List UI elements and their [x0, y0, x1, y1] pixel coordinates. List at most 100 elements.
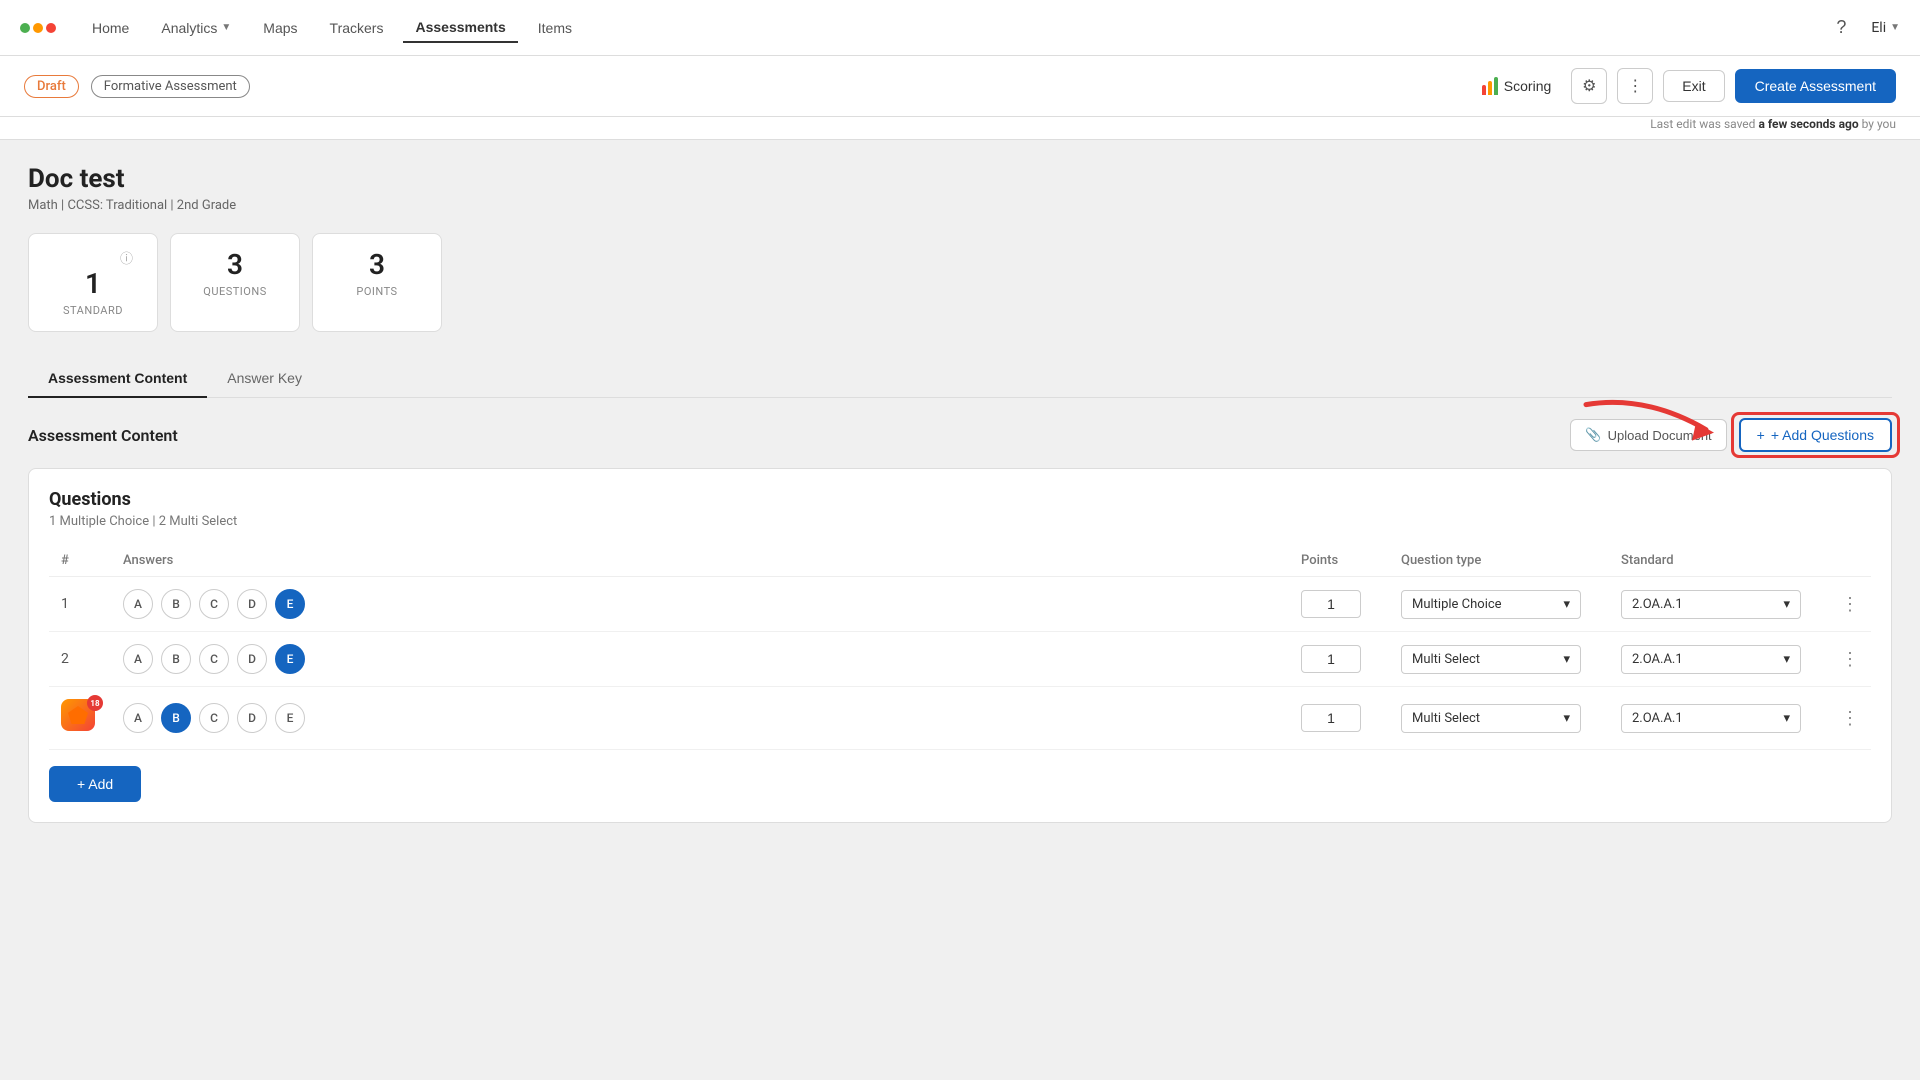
answer-D[interactable]: D: [237, 644, 267, 674]
row1-type: Multiple Choice ▾: [1389, 577, 1609, 632]
table-row: 1 A B C D E: [49, 577, 1871, 632]
row3-points: [1289, 687, 1389, 750]
answer-B[interactable]: B: [161, 644, 191, 674]
create-assessment-button[interactable]: Create Assessment: [1735, 69, 1896, 103]
tab-assessment-content[interactable]: Assessment Content: [28, 360, 207, 398]
tab-answer-key[interactable]: Answer Key: [207, 360, 322, 398]
row1-answers: A B C D E: [111, 577, 1289, 632]
row2-answers: A B C D E: [111, 632, 1289, 687]
upload-document-button[interactable]: 📎 Upload Document: [1570, 419, 1726, 451]
last-edit-bold: a few seconds ago: [1758, 117, 1858, 131]
row1-standard-chevron-icon: ▾: [1783, 597, 1790, 612]
document-title: Doc test: [28, 164, 1892, 194]
info-icon[interactable]: ⓘ: [120, 248, 133, 267]
settings-button[interactable]: ⚙: [1571, 68, 1607, 104]
row1-points: [1289, 577, 1389, 632]
more-options-button[interactable]: ⋮: [1617, 68, 1653, 104]
draft-badge: Draft: [24, 75, 79, 98]
nav-items[interactable]: Items: [526, 14, 584, 42]
nav-assessments[interactable]: Assessments: [403, 13, 517, 43]
main-nav: Home Analytics ▼ Maps Trackers Assessmen…: [0, 0, 1920, 56]
user-name: Eli: [1871, 20, 1886, 36]
user-chevron-icon: ▼: [1890, 22, 1900, 33]
answer-A[interactable]: A: [123, 703, 153, 733]
paperclip-icon: 📎: [1585, 427, 1601, 443]
exit-button[interactable]: Exit: [1663, 70, 1724, 102]
row2-more-button[interactable]: ⋮: [1841, 649, 1859, 670]
col-header-actions: [1829, 545, 1871, 577]
row1-more-button[interactable]: ⋮: [1841, 594, 1859, 615]
app-logo: [20, 23, 56, 33]
row3-type-chevron-icon: ▾: [1563, 711, 1570, 726]
bottom-action-bar: + Add: [49, 766, 1871, 802]
answer-A[interactable]: A: [123, 644, 153, 674]
row2-points: [1289, 632, 1389, 687]
row1-type-chevron-icon: ▾: [1563, 597, 1570, 612]
row3-type: Multi Select ▾: [1389, 687, 1609, 750]
row3-actions: ⋮: [1829, 687, 1871, 750]
col-header-points: Points: [1289, 545, 1389, 577]
stat-standard-label: STANDARD: [63, 304, 123, 317]
document-meta: Math | CCSS: Traditional | 2nd Grade: [28, 198, 1892, 213]
analytics-chevron-icon: ▼: [221, 22, 231, 33]
col-header-answers: Answers: [111, 545, 1289, 577]
row2-points-input[interactable]: [1301, 645, 1361, 673]
answer-D[interactable]: D: [237, 589, 267, 619]
ellipsis-icon: ⋮: [1627, 76, 1643, 96]
nav-home[interactable]: Home: [80, 14, 141, 42]
nav-maps[interactable]: Maps: [251, 14, 309, 42]
formative-badge: Formative Assessment: [91, 75, 250, 98]
scoring-chart-icon: [1482, 77, 1498, 95]
help-button[interactable]: ?: [1823, 10, 1859, 46]
row1-standard-select[interactable]: 2.OA.A.1 ▾: [1621, 590, 1801, 619]
stat-points-number: 3: [369, 248, 385, 281]
scoring-button[interactable]: Scoring: [1472, 71, 1561, 101]
last-edit-bar: Last edit was saved a few seconds ago by…: [0, 117, 1920, 140]
answer-E[interactable]: E: [275, 589, 305, 619]
answer-A[interactable]: A: [123, 589, 153, 619]
add-questions-button[interactable]: + + Add Questions: [1739, 418, 1892, 452]
add-questions-wrapper: + + Add Questions: [1739, 418, 1892, 452]
stat-points-label: POINTS: [356, 285, 397, 298]
user-menu[interactable]: Eli ▼: [1871, 20, 1900, 36]
stat-questions-label: QUESTIONS: [203, 285, 267, 298]
main-content: Doc test Math | CCSS: Traditional | 2nd …: [0, 140, 1920, 847]
answer-B[interactable]: B: [161, 589, 191, 619]
answer-E[interactable]: E: [275, 703, 305, 733]
row2-standard: 2.OA.A.1 ▾: [1609, 632, 1829, 687]
stat-standard-number: 1: [85, 267, 101, 300]
row1-num: 1: [49, 577, 111, 632]
row1-type-select[interactable]: Multiple Choice ▾: [1401, 590, 1581, 619]
answer-C[interactable]: C: [199, 703, 229, 733]
plus-icon: +: [1757, 427, 1765, 443]
questions-meta: 1 Multiple Choice | 2 Multi Select: [49, 514, 1871, 529]
row3-more-button[interactable]: ⋮: [1841, 708, 1859, 729]
answer-C[interactable]: C: [199, 644, 229, 674]
assessment-content-header: Assessment Content 📎 Upload Document + +…: [28, 418, 1892, 452]
app-sticker-badge: 18: [61, 699, 99, 737]
stat-points: 3 POINTS: [312, 233, 442, 332]
gear-icon: ⚙: [1582, 76, 1596, 96]
row1-points-input[interactable]: [1301, 590, 1361, 618]
row2-num: 2: [49, 632, 111, 687]
notification-badge: 18: [87, 695, 103, 711]
bottom-add-button[interactable]: + Add: [49, 766, 141, 802]
last-edit-text: Last edit was saved: [1650, 117, 1755, 131]
stat-standard: ⓘ 1 STANDARD: [28, 233, 158, 332]
row3-type-select[interactable]: Multi Select ▾: [1401, 704, 1581, 733]
row3-points-input[interactable]: [1301, 704, 1361, 732]
table-row: 2 A B C D E: [49, 632, 1871, 687]
answer-D[interactable]: D: [237, 703, 267, 733]
row2-type-select[interactable]: Multi Select ▾: [1401, 645, 1581, 674]
row3-standard-select[interactable]: 2.OA.A.1 ▾: [1621, 704, 1801, 733]
row2-standard-chevron-icon: ▾: [1783, 652, 1790, 667]
row2-actions: ⋮: [1829, 632, 1871, 687]
row2-standard-select[interactable]: 2.OA.A.1 ▾: [1621, 645, 1801, 674]
answer-C[interactable]: C: [199, 589, 229, 619]
nav-analytics[interactable]: Analytics ▼: [149, 14, 243, 42]
content-tabs: Assessment Content Answer Key: [28, 360, 1892, 398]
nav-trackers[interactable]: Trackers: [318, 14, 396, 42]
last-edit-suffix: by you: [1862, 117, 1896, 131]
answer-E[interactable]: E: [275, 644, 305, 674]
answer-B[interactable]: B: [161, 703, 191, 733]
